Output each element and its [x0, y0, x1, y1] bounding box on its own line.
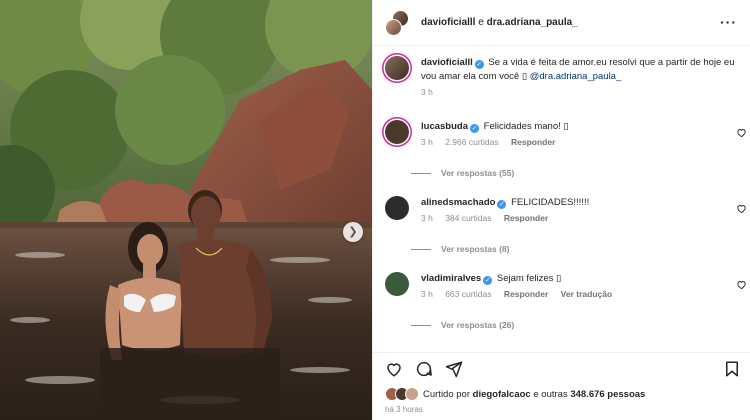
liker-avatars [385, 387, 419, 401]
caption-emoji: ▯ [521, 71, 528, 82]
comment-time[interactable]: 3 h [421, 137, 433, 147]
verified-badge-icon: ✓ [474, 60, 484, 69]
verified-badge-icon: ✓ [497, 200, 507, 209]
post-header: davioficialll e dra.adriana_paula_ ··· [373, 0, 750, 46]
comment-text-block: lucasbuda ✓ Felicidades mano! ▯ [421, 120, 721, 134]
comment-meta: 3 h 384 curtidas Responder [421, 213, 721, 223]
post-actions: Curtido por diegofalcaoc e outras 348.67… [373, 352, 750, 420]
post-panel: davioficialll e dra.adriana_paula_ ··· d… [372, 0, 750, 420]
instagram-post: ❯ davioficialll e dra.adriana_paula_ ··· [0, 0, 750, 420]
liker-username[interactable]: diegofalcaoc [473, 389, 531, 400]
likes-summary: Curtido por diegofalcaoc e outras 348.67… [385, 387, 645, 401]
translate-button[interactable]: Ver tradução [561, 289, 613, 299]
caption-mention[interactable]: @dra.adriana_paula_ [530, 71, 622, 82]
comment-username[interactable]: alinedsmachado [421, 197, 495, 208]
comment-likes[interactable]: 2.966 curtidas [445, 137, 498, 147]
view-replies-button[interactable]: Ver respostas (55) [411, 168, 514, 178]
coauthor-link[interactable]: dra.adriana_paula_ [487, 17, 578, 28]
heart-icon[interactable] [736, 203, 747, 214]
avatar[interactable] [385, 56, 409, 80]
comment-text: Sejam felizes ▯ [496, 273, 562, 284]
replies-divider [411, 248, 431, 250]
post-authors: davioficialll e dra.adriana_paula_ [421, 17, 578, 28]
replies-divider [411, 324, 431, 326]
heart-icon[interactable] [736, 279, 747, 290]
comment-likes[interactable]: 384 curtidas [445, 213, 491, 223]
caption-time[interactable]: 3 h [421, 87, 433, 97]
likes-middle: e outras [533, 388, 568, 400]
heart-icon[interactable] [736, 127, 747, 138]
author-link[interactable]: davioficialll [421, 17, 475, 28]
comment-username[interactable]: lucasbuda [421, 121, 468, 132]
post-time[interactable]: há 3 horas [385, 405, 423, 414]
likes-prefix: Curtido por [423, 388, 470, 400]
comment-item: alinedsmachado ✓ FELICIDADES!!!!!! 3 h 38… [383, 196, 746, 236]
more-options-icon[interactable]: ··· [720, 14, 737, 30]
bookmark-icon[interactable] [723, 360, 741, 378]
comment-text: FELICIDADES!!!!!! [511, 197, 590, 208]
comment-meta: 3 h 663 curtidas Responder Ver tradução [421, 289, 721, 299]
avatar [385, 18, 402, 36]
comment-time[interactable]: 3 h [421, 289, 433, 299]
post-photo[interactable]: ❯ [0, 0, 372, 420]
comments-section[interactable]: davioficialll ✓ Se a vida é feita de amor… [373, 46, 750, 352]
verified-badge-icon: ✓ [483, 276, 493, 285]
comment-text-block: alinedsmachado ✓ FELICIDADES!!!!!! [421, 196, 721, 210]
comment-item: lucasbuda ✓ Felicidades mano! ▯ 3 h 2.966… [383, 120, 746, 160]
comment-likes[interactable]: 663 curtidas [445, 289, 491, 299]
view-replies-label: Ver respostas (55) [441, 168, 515, 178]
view-replies-label: Ver respostas (8) [441, 244, 510, 254]
caption-meta: 3 h [421, 87, 741, 97]
avatar[interactable] [385, 120, 409, 144]
comment-username[interactable]: vladimiralves [421, 273, 481, 284]
reply-button[interactable]: Responder [504, 213, 548, 223]
avatar[interactable] [385, 272, 409, 296]
comment-time[interactable]: 3 h [421, 213, 433, 223]
comment-meta: 3 h 2.966 curtidas Responder [421, 137, 721, 147]
reply-button[interactable]: Responder [504, 289, 548, 299]
comment-icon[interactable] [415, 360, 433, 378]
verified-badge-icon: ✓ [470, 124, 479, 133]
caption: davioficialll ✓ Se a vida é feita de amor… [383, 56, 743, 106]
view-replies-button[interactable]: Ver respostas (8) [411, 244, 510, 254]
replies-divider [411, 172, 431, 174]
collab-avatars[interactable] [385, 9, 411, 36]
comment-text-block: vladimiralves ✓ Sejam felizes ▯ [421, 272, 721, 286]
likes-count[interactable]: 348.676 pessoas [570, 389, 645, 400]
comment-item: vladimiralves ✓ Sejam felizes ▯ 3 h 663 c… [383, 272, 746, 312]
caption-username[interactable]: davioficialll [421, 57, 473, 68]
share-icon[interactable] [445, 360, 463, 378]
reply-button[interactable]: Responder [511, 137, 555, 147]
comment-text: Felicidades mano! ▯ [483, 121, 569, 132]
avatar [405, 387, 419, 401]
view-replies-label: Ver respostas (26) [441, 320, 515, 330]
view-replies-button[interactable]: Ver respostas (26) [411, 320, 514, 330]
chevron-right-icon: ❯ [348, 225, 358, 238]
heart-icon[interactable] [385, 360, 403, 378]
authors-joiner: e [478, 17, 484, 28]
caption-text-block: davioficialll ✓ Se a vida é feita de amor… [421, 56, 741, 84]
photo-illustration [0, 0, 372, 420]
carousel-next-button[interactable]: ❯ [343, 222, 363, 242]
avatar[interactable] [385, 196, 409, 220]
